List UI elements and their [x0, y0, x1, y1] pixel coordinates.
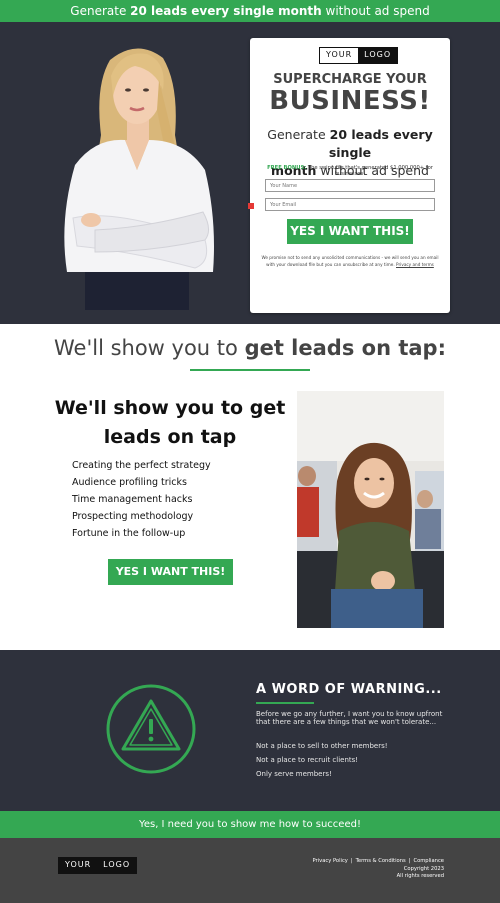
privacy-terms-link[interactable]: Privacy and terms	[396, 262, 434, 267]
card-cta-button[interactable]: YES I WANT THIS!	[287, 219, 413, 244]
rights-text: All rights reserved	[396, 873, 444, 879]
topbar-suffix: without ad spend	[321, 4, 430, 18]
footer-links: Privacy Policy | Terms & Conditions | Compli…	[312, 858, 444, 879]
warning-title: A WORD OF WARNING...	[256, 682, 442, 697]
logo-logo: LOGO	[97, 858, 137, 873]
success-cta-bar[interactable]: Yes, I need you to show me how to succee…	[0, 811, 500, 838]
benefits-title-bold: get leads on tap:	[244, 336, 446, 360]
benefits-heading: We'll show you to get leads on tap	[54, 397, 286, 448]
footer-logo: YOUR LOGO	[58, 857, 138, 874]
compliance-link[interactable]: Compliance	[413, 858, 444, 864]
free-bonus-text: FREE BONUS: The swipe file that's genera…	[254, 165, 446, 177]
list-item: Audience profiling tricks	[72, 477, 187, 488]
copyright-text: Copyright 2023	[403, 865, 444, 872]
list-item: Fortune in the follow-up	[72, 528, 186, 539]
top-announcement-bar: Generate 20 leads every single month wit…	[0, 0, 500, 22]
logo-your: YOUR	[320, 48, 359, 63]
title-underline	[190, 369, 310, 371]
topbar-bold: 20 leads every single month	[130, 4, 322, 18]
benefits-section: We'll show you to get leads on tap: We'l…	[0, 324, 500, 650]
list-item: Not a place to sell to other members!	[256, 742, 388, 750]
warning-list: Not a place to sell to other members! No…	[256, 742, 388, 784]
signup-card: YOUR LOGO SUPERCHARGE YOUR BUSINESS! Gen…	[250, 38, 450, 313]
name-field[interactable]	[265, 179, 435, 192]
business-heading: BUSINESS!	[269, 86, 431, 116]
topbar-prefix: Generate	[70, 4, 131, 18]
bonus-label: FREE BONUS:	[267, 165, 307, 171]
benefits-title-prefix: We'll show you to	[54, 336, 245, 360]
office-woman-photo	[297, 391, 444, 628]
benefits-title: We'll show you to get leads on tap:	[0, 336, 500, 360]
list-item: Only serve members!	[256, 770, 332, 778]
generate-bold-1: 20 leads every single	[328, 127, 433, 160]
list-item: Prospecting methodology	[72, 511, 194, 522]
hero-woman-photo	[64, 48, 214, 310]
bonus-description: The swipe file that's generated $1,000,0…	[306, 165, 433, 177]
privacy-policy-link[interactable]: Privacy Policy	[313, 858, 348, 864]
warning-underline	[256, 702, 314, 704]
terms-link[interactable]: Terms & Conditions	[356, 858, 406, 864]
card-logo: YOUR LOGO	[319, 47, 399, 64]
required-marker-icon	[248, 203, 254, 209]
hero-section: YOUR LOGO SUPERCHARGE YOUR BUSINESS! Gen…	[0, 22, 500, 324]
generate-prefix: Generate	[267, 127, 330, 142]
warning-intro: Before we go any further, I want you to …	[256, 710, 443, 726]
benefits-cta-button[interactable]: YES I WANT THIS!	[108, 559, 233, 585]
list-item: Creating the perfect strategy	[72, 460, 211, 471]
warning-icon	[106, 684, 196, 774]
disclaimer-text: We promise not to send any unsolicited c…	[258, 255, 442, 268]
footer: YOUR LOGO Privacy Policy | Terms & Conditi…	[0, 838, 500, 903]
warning-section: A WORD OF WARNING... Before we go any fu…	[0, 650, 500, 811]
email-field[interactable]	[265, 198, 435, 211]
benefits-list: Creating the perfect strategy Audience p…	[72, 460, 211, 545]
logo-logo: LOGO	[358, 48, 398, 63]
logo-your: YOUR	[59, 858, 98, 873]
list-item: Time management hacks	[72, 494, 193, 505]
list-item: Not a place to recruit clients!	[256, 756, 359, 764]
supercharge-heading: SUPERCHARGE YOUR	[273, 72, 427, 87]
